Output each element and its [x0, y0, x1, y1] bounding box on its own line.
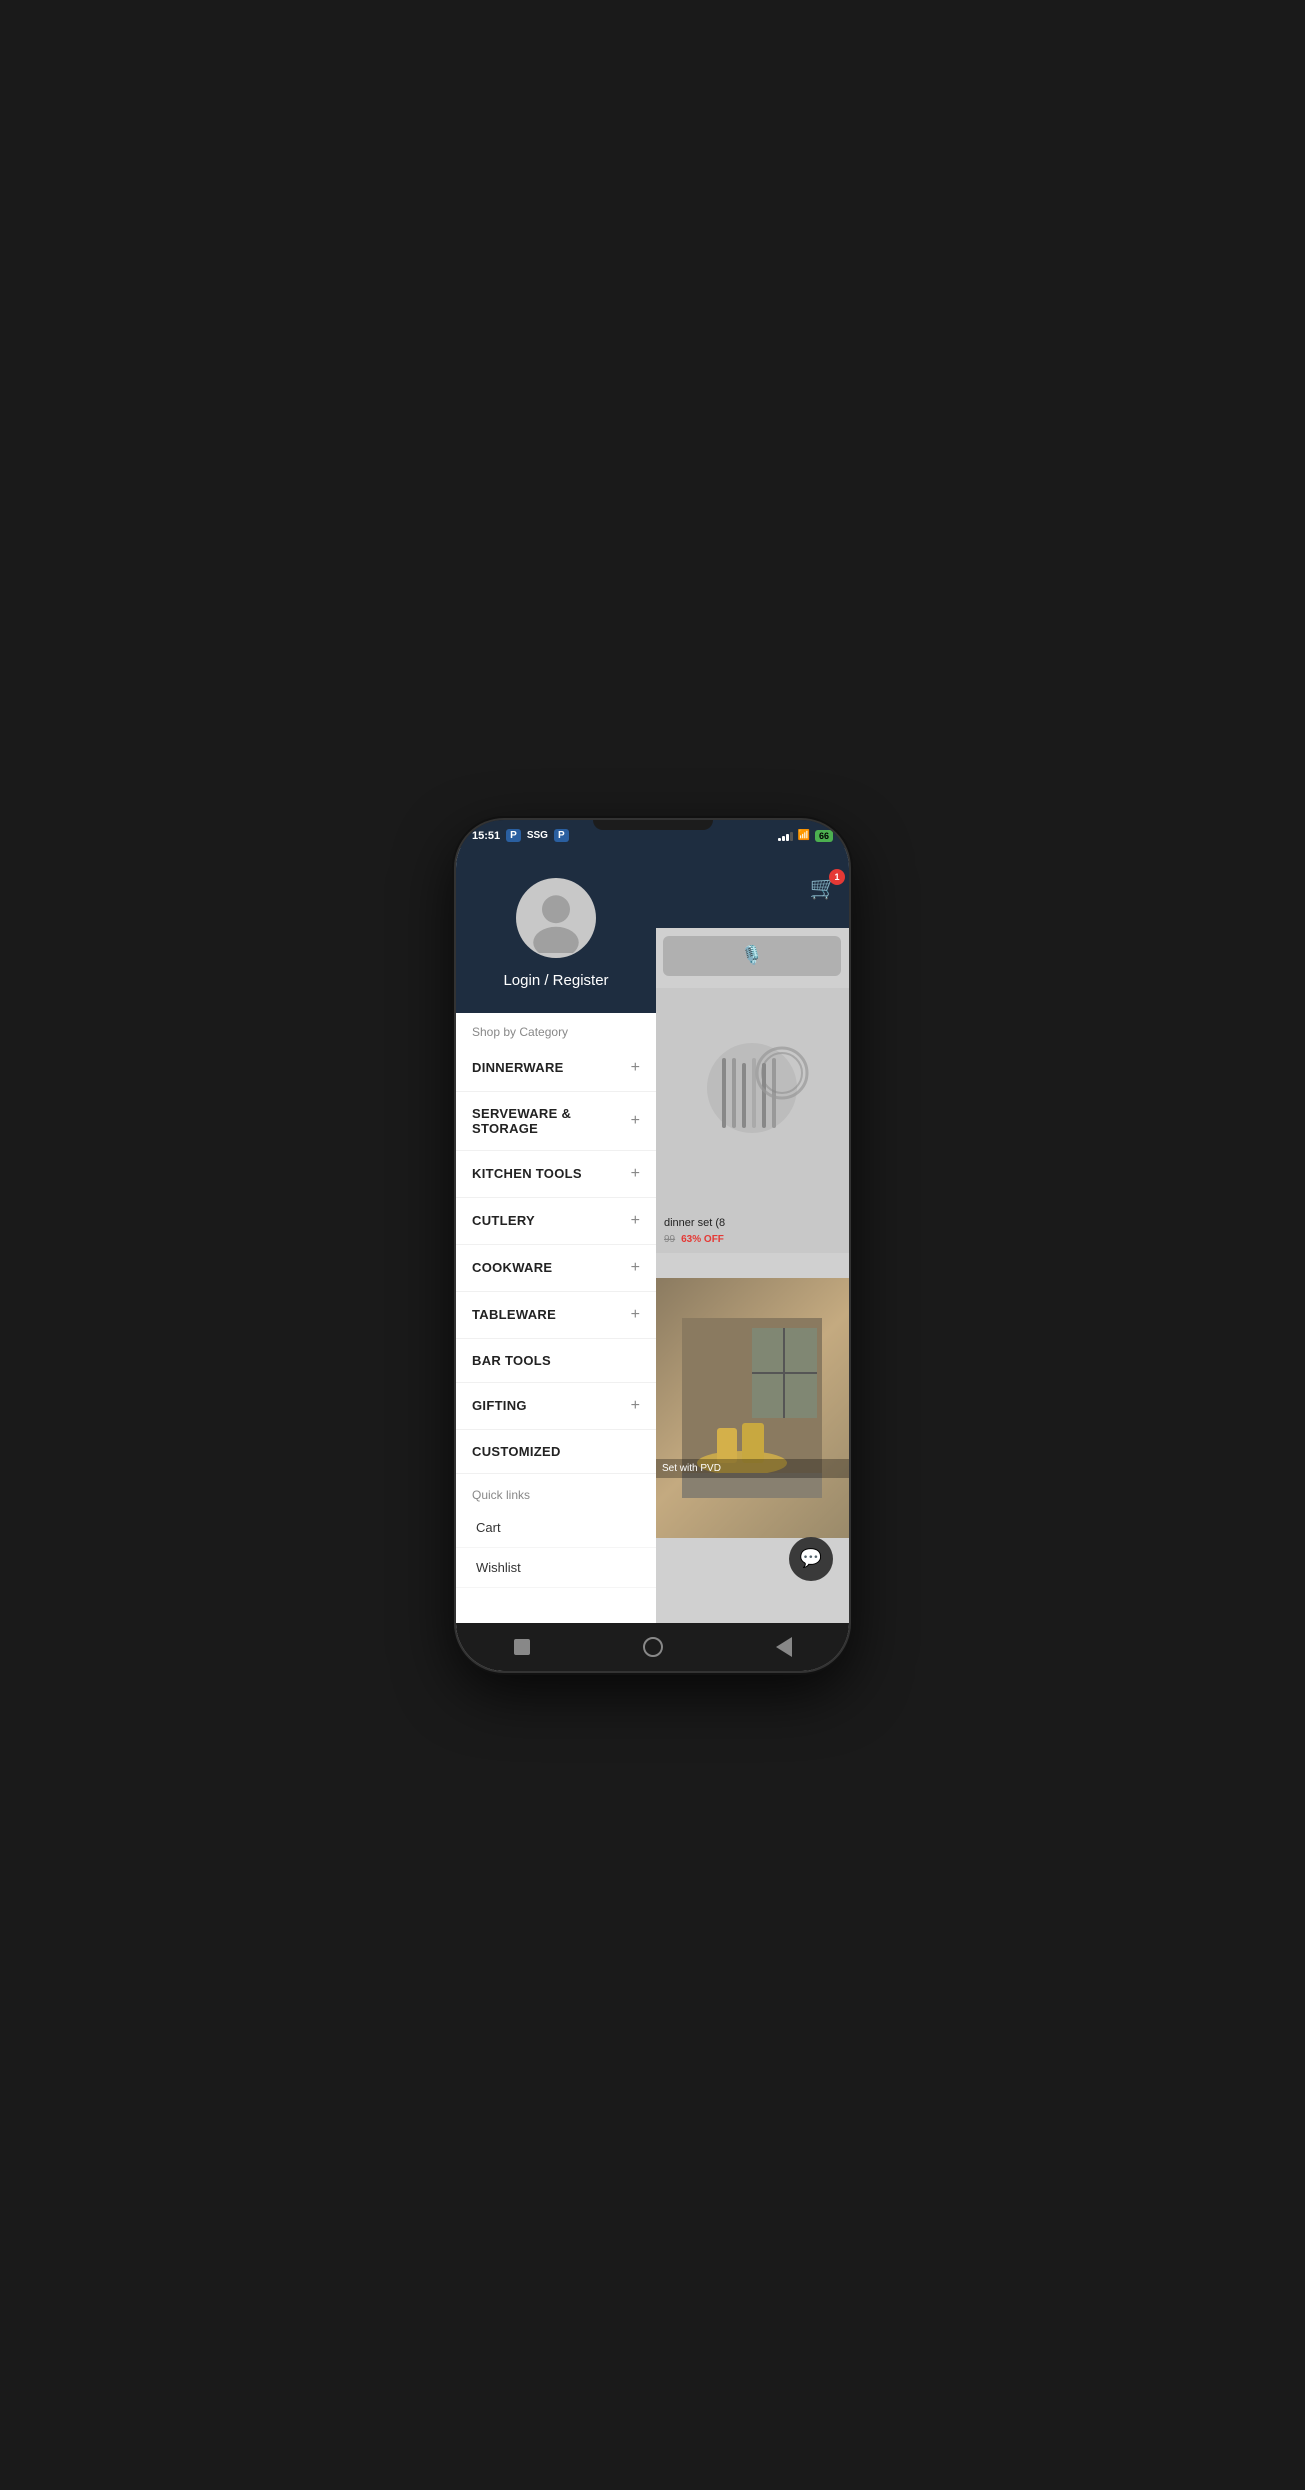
expand-icon-cutlery: +	[631, 1212, 640, 1230]
drawer-body: Shop by Category DINNERWARE + SERVEWARE …	[456, 1013, 656, 1671]
time-display: 15:51	[472, 830, 500, 842]
category-label-bar-tools: BAR TOOLS	[472, 1353, 551, 1368]
expand-icon-serveware: +	[631, 1112, 640, 1130]
battery-indicator: 66	[815, 830, 833, 842]
avatar-svg	[521, 883, 591, 953]
sidebar-item-gifting[interactable]: GIFTING +	[456, 1383, 656, 1430]
expand-icon-dinnerware: +	[631, 1059, 640, 1077]
status-right: 📶 66	[778, 830, 833, 842]
sidebar-item-bar-tools[interactable]: BAR TOOLS	[456, 1339, 656, 1383]
recent-apps-icon	[514, 1639, 530, 1655]
phone-screen: 15:51 P SSG P 📶 66	[456, 820, 849, 1671]
phone-frame: 15:51 P SSG P 📶 66	[456, 820, 849, 1671]
product-title-1: dinner set (8	[664, 1216, 839, 1230]
cutlery-svg	[692, 1038, 812, 1158]
category-label-customized: CUSTOMIZED	[472, 1444, 561, 1459]
chat-icon: 💬	[800, 1548, 822, 1569]
carrier1-label: P	[506, 829, 521, 842]
product-caption-2: Set with PVD	[654, 1459, 849, 1478]
expand-icon-cookware: +	[631, 1259, 640, 1277]
header-right: 🛒 1	[654, 848, 849, 928]
quick-link-cart[interactable]: Cart	[456, 1508, 656, 1548]
discount-badge: 63% OFF	[681, 1234, 724, 1245]
phone-notch	[593, 820, 713, 830]
cart-icon-wrap[interactable]: 🛒 1	[810, 875, 837, 901]
category-label-cookware: COOKWARE	[472, 1260, 552, 1275]
home-button[interactable]	[641, 1635, 665, 1659]
product-image-1[interactable]	[654, 988, 849, 1208]
product-image-2[interactable]: Set with PVD	[654, 1278, 849, 1538]
sidebar-item-customized[interactable]: CUSTOMIZED	[456, 1430, 656, 1474]
price-row-1: 99 63% OFF	[664, 1234, 839, 1245]
back-icon	[776, 1637, 792, 1657]
cart-badge: 1	[829, 869, 845, 885]
category-label-gifting: GIFTING	[472, 1398, 527, 1413]
quick-link-wishlist[interactable]: Wishlist	[456, 1548, 656, 1588]
carrier2-label: SSG	[527, 830, 548, 841]
old-price: 99	[664, 1234, 675, 1245]
quick-links-label: Quick links	[456, 1474, 656, 1508]
sidebar-item-cutlery[interactable]: CUTLERY +	[456, 1198, 656, 1245]
sidebar-item-cookware[interactable]: COOKWARE +	[456, 1245, 656, 1292]
product-image-2-visual	[654, 1278, 849, 1538]
back-button[interactable]	[772, 1635, 796, 1659]
category-label-tableware: TABLEWARE	[472, 1307, 556, 1322]
shop-category-label: Shop by Category	[456, 1013, 656, 1045]
drawer-profile[interactable]: Login / Register	[456, 848, 656, 1013]
avatar	[516, 878, 596, 958]
category-label-cutlery: CUTLERY	[472, 1213, 535, 1228]
category-label-kitchen-tools: KITCHEN TOOLS	[472, 1166, 582, 1181]
sidebar-item-serveware[interactable]: SERVEWARE & STORAGE +	[456, 1092, 656, 1151]
chat-fab[interactable]: 💬	[789, 1537, 833, 1581]
expand-icon-kitchen-tools: +	[631, 1165, 640, 1183]
wifi-icon: 📶	[798, 830, 810, 841]
carrier3-label: P	[554, 829, 569, 842]
product-placeholder-1	[654, 988, 849, 1208]
login-register-label[interactable]: Login / Register	[503, 972, 608, 989]
expand-icon-gifting: +	[631, 1397, 640, 1415]
sidebar-item-dinnerware[interactable]: DINNERWARE +	[456, 1045, 656, 1092]
sidebar-item-kitchen-tools[interactable]: KITCHEN TOOLS +	[456, 1151, 656, 1198]
category-label-dinnerware: DINNERWARE	[472, 1060, 564, 1075]
main-content: 🛒 1 🎙️	[456, 848, 849, 1671]
signal-bars	[778, 831, 793, 841]
expand-icon-tableware: +	[631, 1306, 640, 1324]
recent-apps-button[interactable]	[510, 1635, 534, 1659]
home-icon	[643, 1637, 663, 1657]
search-bar[interactable]: 🎙️	[663, 936, 841, 976]
category-label-serveware: SERVEWARE & STORAGE	[472, 1106, 631, 1136]
product-info-1: dinner set (8 99 63% OFF	[654, 1208, 849, 1253]
mic-icon: 🎙️	[741, 945, 763, 966]
side-drawer: Login / Register Shop by Category DINNER…	[456, 848, 656, 1671]
status-left: 15:51 P SSG P	[472, 829, 569, 842]
sidebar-item-tableware[interactable]: TABLEWARE +	[456, 1292, 656, 1339]
bottom-nav	[456, 1623, 849, 1671]
